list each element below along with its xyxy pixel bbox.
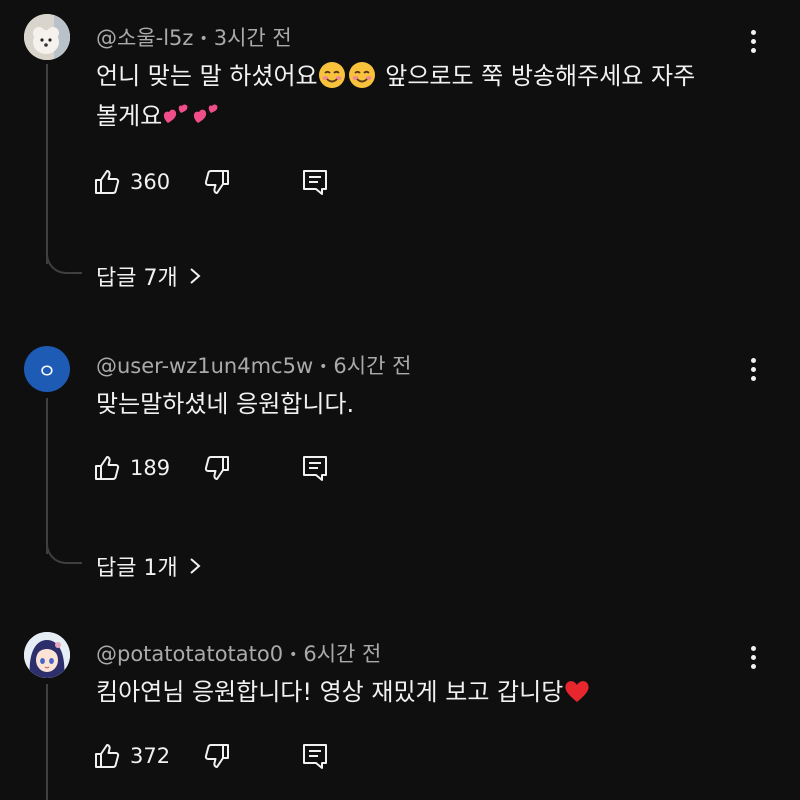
comment-actions: 372: [92, 736, 352, 776]
avatar[interactable]: [24, 14, 70, 60]
comment-time: 6시간 전: [303, 642, 382, 666]
dog-avatar-icon: [24, 14, 70, 60]
reply-icon: [303, 744, 327, 769]
thumbs-down-icon: [204, 456, 229, 480]
dislike-button[interactable]: [202, 736, 232, 776]
avatar[interactable]: ㅇ: [24, 346, 70, 392]
replies-label: 답글 7개: [96, 266, 178, 291]
more-vertical-icon: [750, 29, 756, 35]
author-name[interactable]: @user-wz1un4mc5w: [96, 354, 313, 378]
more-vertical-icon: [750, 645, 756, 651]
thread-connector: [46, 252, 82, 274]
like-count: 372: [130, 744, 171, 768]
chevron-right-icon: [190, 558, 201, 574]
comment-text: 언니 맞는 말 하셨어요 앞으로도 쭉 방송해주세요 자주 볼게요: [96, 56, 716, 136]
view-replies-button[interactable]: 답글 1개: [96, 550, 202, 582]
red-heart-emoji-icon: [565, 681, 589, 702]
thumbs-down-icon: [204, 170, 229, 194]
comment-time: 3시간 전: [213, 26, 292, 50]
more-options-button[interactable]: [738, 354, 768, 384]
separator-dot: •: [289, 647, 298, 663]
reply-icon: [303, 170, 327, 195]
comment-actions: 360: [92, 162, 352, 202]
like-button[interactable]: 372: [92, 736, 170, 776]
two-hearts-emoji-icon: [164, 104, 188, 123]
like-button[interactable]: 360: [92, 162, 170, 202]
author-name[interactable]: @소울-l5z: [96, 26, 193, 50]
comment-meta: @potatotatotato0 • 6시간 전: [96, 638, 381, 668]
avatar[interactable]: [24, 632, 70, 678]
replies-label: 답글 1개: [96, 556, 178, 581]
thread-line: [46, 684, 48, 800]
more-vertical-icon: [750, 357, 756, 363]
more-options-button[interactable]: [738, 642, 768, 672]
comments-panel: @소울-l5z • 3시간 전 언니 맞는 말 하셨어요 앞으로도 쭉 방송해주세요…: [0, 0, 800, 800]
chevron-right-icon: [190, 268, 201, 284]
comment-text-part: 킴아연님 응원합니다! 영상 재밌게 보고 갑니당: [96, 678, 564, 706]
comment-actions: 189: [92, 448, 352, 488]
thumbs-down-icon: [204, 744, 229, 768]
reply-button[interactable]: [300, 448, 330, 488]
dislike-button[interactable]: [202, 162, 232, 202]
author-name[interactable]: @potatotatotato0: [96, 642, 283, 666]
reply-button[interactable]: [300, 736, 330, 776]
thumbs-up-icon: [95, 744, 120, 768]
thumbs-up-icon: [95, 456, 120, 480]
more-options-button[interactable]: [738, 26, 768, 56]
thread-line: [46, 398, 48, 554]
separator-dot: •: [199, 31, 208, 47]
comment-text: 킴아연님 응원합니다! 영상 재밌게 보고 갑니당: [96, 672, 716, 712]
comment-text-part: 언니 맞는 말 하셨어요: [96, 62, 318, 90]
two-hearts-emoji-icon: [194, 104, 218, 123]
thread-line: [46, 64, 48, 264]
like-button[interactable]: 189: [92, 448, 170, 488]
comment-meta: @소울-l5z • 3시간 전: [96, 22, 292, 52]
dislike-button[interactable]: [202, 448, 232, 488]
comment-meta: @user-wz1un4mc5w • 6시간 전: [96, 350, 411, 380]
smiling-face-emoji-icon: [348, 62, 375, 88]
reply-button[interactable]: [300, 162, 330, 202]
like-count: 360: [130, 170, 171, 194]
anime-avatar-icon: [24, 632, 70, 678]
avatar-letter: ㅇ: [37, 358, 57, 383]
comment-time: 6시간 전: [333, 354, 412, 378]
like-count: 189: [130, 456, 171, 480]
reply-icon: [303, 456, 327, 481]
thread-connector: [46, 542, 82, 564]
thumbs-up-icon: [95, 170, 120, 194]
smiling-face-emoji-icon: [318, 62, 345, 88]
separator-dot: •: [319, 359, 328, 375]
view-replies-button[interactable]: 답글 7개: [96, 260, 202, 292]
comment-text: 맞는말하셨네 응원합니다.: [96, 390, 355, 418]
